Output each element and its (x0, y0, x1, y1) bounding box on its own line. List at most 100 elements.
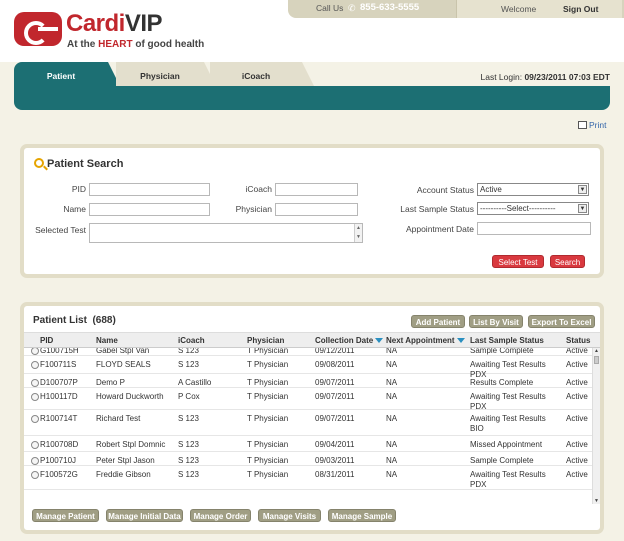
col-last-sample-status[interactable]: Last Sample Status (470, 336, 544, 345)
last-sample-status-label: Last Sample Status (400, 204, 474, 214)
export-to-excel-button[interactable]: Export To Excel (528, 315, 595, 328)
cell-name: FLOYD SEALS (96, 360, 151, 369)
cell-icoach: S 123 (178, 470, 199, 479)
col-name[interactable]: Name (96, 336, 118, 345)
cell-pid: H100117D (40, 392, 78, 401)
table-row[interactable]: H100117D Howard Duckworth P Cox T Physician… (24, 388, 592, 411)
physician-input[interactable] (275, 203, 358, 216)
manage-initial-data-button[interactable]: Manage Initial Data (106, 509, 183, 522)
row-select-radio[interactable] (31, 379, 39, 387)
cell-last-status: Sample Complete (470, 456, 534, 465)
row-select-radio[interactable] (31, 471, 39, 479)
table-row[interactable]: D100707P Demo P A Castillo T Physician 09/07… (24, 374, 592, 388)
phone-icon: ✆ (348, 3, 356, 13)
search-title: Patient Search (34, 158, 123, 170)
cardiovip-logo[interactable]: CardiVIP At the HEART of good health (14, 10, 214, 52)
search-button[interactable]: Search (550, 255, 585, 268)
cell-last-status: Awaiting Test Results PDX (470, 470, 546, 489)
table-row[interactable]: F100572G Freddie Gibson S 123 T Physician 08… (24, 466, 592, 490)
cell-icoach: S 123 (178, 360, 199, 369)
nav-subbar (14, 86, 610, 110)
table-row[interactable]: R100708D Robert Stpl Domnic S 123 T Physici… (24, 436, 592, 452)
last-login: Last Login: 09/23/2011 07:03 EDT (480, 72, 610, 82)
cell-name: Howard Duckworth (96, 392, 164, 401)
row-select-radio[interactable] (31, 393, 39, 401)
cell-name: Peter Stpl Jason (96, 456, 155, 465)
tab-icoach[interactable]: iCoach (210, 62, 314, 86)
cell-date: 09/07/2011 (315, 392, 355, 401)
table-row[interactable]: F100711S FLOYD SEALS S 123 T Physician 09/08… (24, 356, 592, 379)
cell-physician: T Physician (247, 392, 289, 401)
col-collection-date[interactable]: Collection Date (315, 336, 384, 345)
scroll-up-icon[interactable]: ▲ (594, 348, 599, 354)
header: CardiVIP At the HEART of good health Cal… (0, 0, 624, 62)
selected-test-field[interactable]: ▲ ▼ (89, 223, 363, 243)
appointment-date-label: Appointment Date (405, 224, 474, 234)
manage-patient-button[interactable]: Manage Patient (32, 509, 99, 522)
tab-physician[interactable]: Physician (116, 62, 216, 86)
cell-pid: F100572G (40, 470, 78, 479)
row-select-radio[interactable] (31, 415, 39, 423)
col-status[interactable]: Status (566, 336, 590, 345)
cell-next: NA (386, 378, 398, 387)
cell-physician: T Physician (247, 456, 289, 465)
col-icoach[interactable]: iCoach (178, 336, 205, 345)
row-select-radio[interactable] (31, 348, 39, 355)
last-sample-status-select[interactable]: ----------Select---------- ▼ (477, 202, 589, 215)
manage-visits-button[interactable]: Manage Visits (258, 509, 321, 522)
cell-name: Gabel Stpl Van (96, 348, 150, 355)
list-by-visit-button[interactable]: List By Visit (469, 315, 523, 328)
cell-status: Active (566, 414, 588, 423)
cell-last-status: Awaiting Test Results BIO (470, 414, 546, 433)
cell-name: Richard Test (96, 414, 141, 423)
col-pid[interactable]: PID (40, 336, 53, 345)
cell-pid: D100707P (40, 378, 78, 387)
scroll-thumb[interactable] (594, 356, 599, 364)
cell-pid: R100708D (40, 440, 79, 449)
pid-input[interactable] (89, 183, 210, 196)
row-select-radio[interactable] (31, 441, 39, 449)
row-select-radio[interactable] (31, 361, 39, 369)
cell-icoach: S 123 (178, 440, 199, 449)
sign-out-link[interactable]: Sign Out (563, 4, 598, 14)
cell-name: Freddie Gibson (96, 470, 151, 479)
table-scrollbar[interactable]: ▲ ▼ (592, 348, 600, 504)
sort-desc-icon (456, 338, 465, 343)
table-row[interactable]: G100715H Gabel Stpl Van S 123 T Physician 09… (24, 348, 592, 356)
cell-next: NA (386, 392, 398, 401)
cell-physician: T Physician (247, 378, 289, 387)
icoach-input[interactable] (275, 183, 358, 196)
select-test-button[interactable]: Select Test (492, 255, 544, 268)
cell-physician: T Physician (247, 440, 289, 449)
col-next-appointment[interactable]: Next Appointment (386, 336, 465, 345)
cell-physician: T Physician (247, 348, 289, 355)
table-row[interactable]: P100710J Peter Stpl Jason S 123 T Physician… (24, 452, 592, 466)
appointment-date-input[interactable] (477, 222, 591, 235)
table-row[interactable]: R100714T Richard Test S 123 T Physician 09/0… (24, 410, 592, 436)
add-patient-button[interactable]: Add Patient (411, 315, 465, 328)
scroll-down-icon[interactable]: ▼ (594, 498, 599, 504)
cell-date: 09/07/2011 (315, 414, 355, 423)
cell-icoach: S 123 (178, 456, 199, 465)
patient-list-panel: Patient List (688) Add Patient List By V… (20, 302, 604, 534)
tab-patient[interactable]: Patient (14, 62, 120, 86)
cell-last-status: Awaiting Test Results PDX (470, 392, 546, 411)
cell-status: Active (566, 348, 588, 355)
print-link[interactable]: Print (578, 120, 606, 130)
manage-order-button[interactable]: Manage Order (190, 509, 251, 522)
table-header: PID Name iCoach Physician Collection Dat… (24, 332, 600, 348)
cell-icoach: S 123 (178, 414, 199, 423)
cell-date: 09/07/2011 (315, 378, 355, 387)
main-nav: Patient Physician iCoach Last Login: 09/… (14, 62, 610, 110)
account-status-select[interactable]: Active ▼ (477, 183, 589, 196)
manage-sample-button[interactable]: Manage Sample (328, 509, 396, 522)
textarea-scrollbar[interactable]: ▲ ▼ (354, 224, 362, 242)
col-physician[interactable]: Physician (247, 336, 284, 345)
cell-status: Active (566, 392, 588, 401)
printer-icon (578, 121, 587, 129)
cell-name: Robert Stpl Domnic (96, 440, 166, 449)
row-select-radio[interactable] (31, 457, 39, 465)
cell-status: Active (566, 440, 588, 449)
brand-name: CardiVIP (66, 10, 163, 37)
name-input[interactable] (89, 203, 210, 216)
